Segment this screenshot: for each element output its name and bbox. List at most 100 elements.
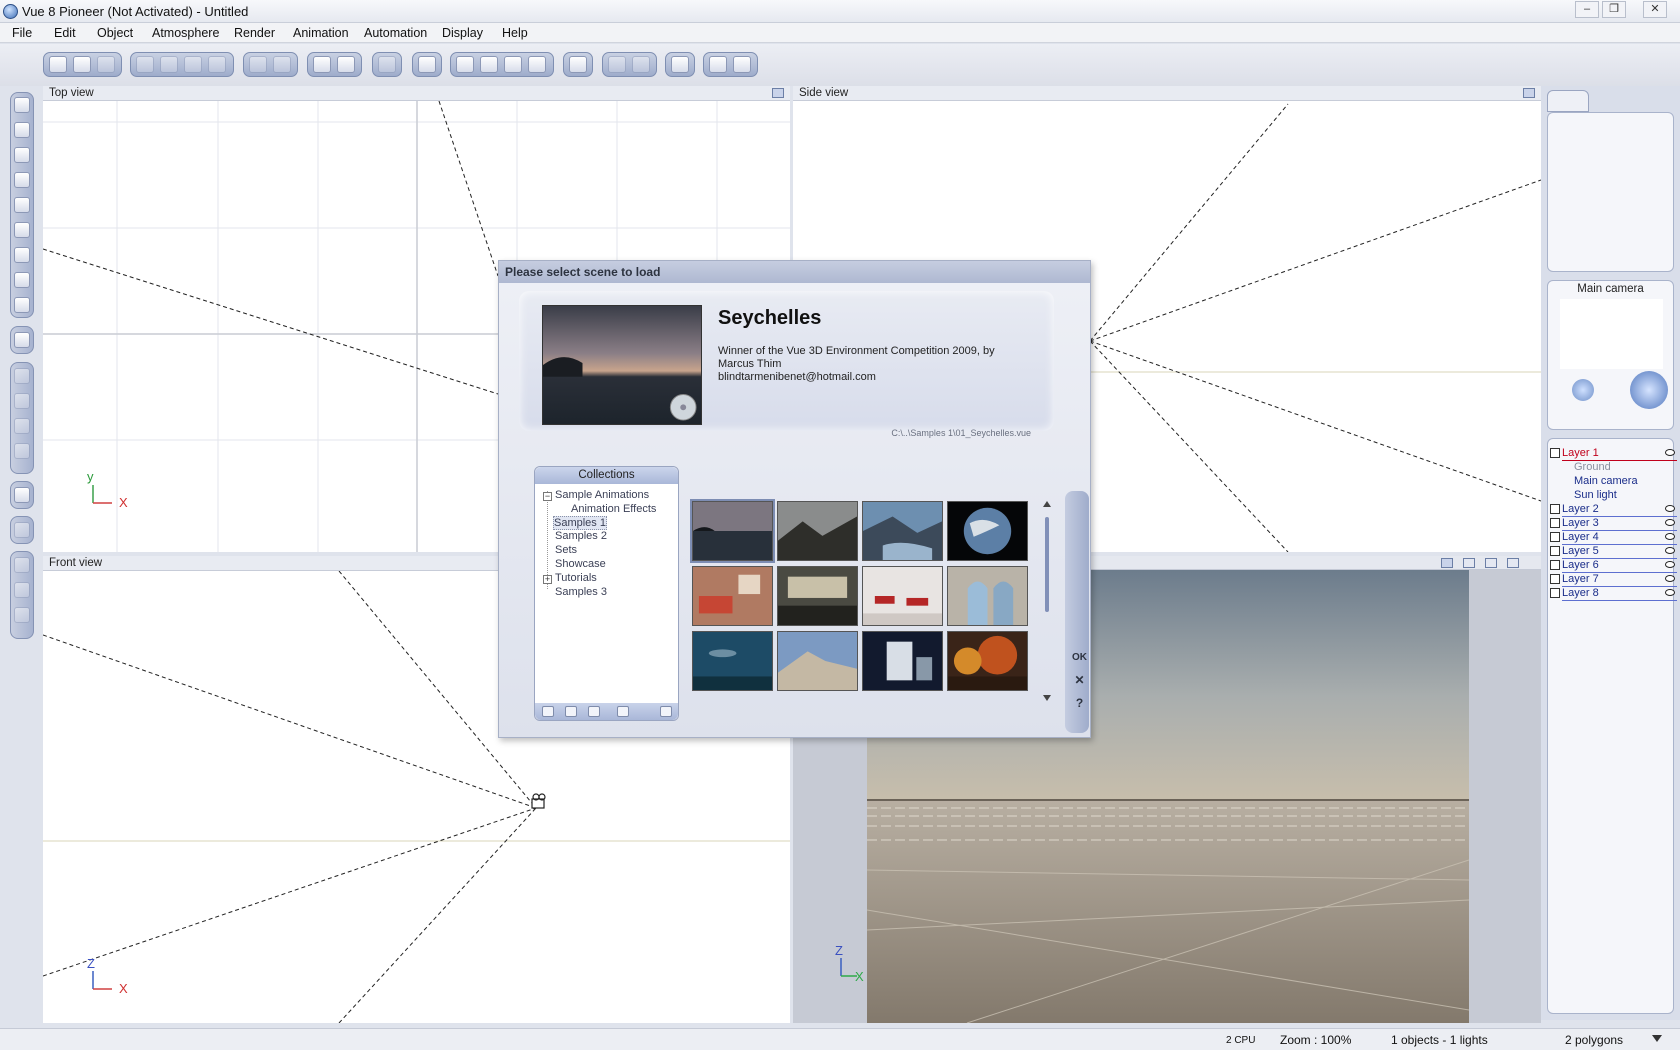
layer-row[interactable]: Layer 7 xyxy=(1550,573,1677,587)
scene-thumbnail[interactable] xyxy=(777,631,858,691)
collection-sets[interactable]: Sets xyxy=(555,544,577,556)
zoom-out-icon[interactable] xyxy=(528,56,546,73)
render-icon[interactable] xyxy=(733,56,751,73)
cancel-button[interactable]: ✕ xyxy=(1071,672,1088,689)
material-editor-icon[interactable] xyxy=(378,56,396,73)
undo-icon[interactable] xyxy=(249,56,267,73)
delete-collection-icon[interactable] xyxy=(565,706,577,717)
menu-file[interactable]: File xyxy=(12,26,32,40)
menu-animation[interactable]: Animation xyxy=(293,26,349,40)
camera-view-icon[interactable] xyxy=(418,56,436,73)
sphere-icon[interactable] xyxy=(14,122,30,138)
terrain-icon[interactable] xyxy=(14,172,30,188)
collection-animation-effects[interactable]: Animation Effects xyxy=(571,503,656,515)
visibility-eye-icon[interactable] xyxy=(1665,449,1675,456)
visibility-eye-icon[interactable] xyxy=(1665,505,1675,512)
light-bulb-icon[interactable] xyxy=(14,487,30,503)
paint-ecosystem-icon[interactable] xyxy=(14,607,30,623)
preview-light-icon[interactable] xyxy=(1507,558,1519,568)
close-button[interactable]: ✕ xyxy=(1643,1,1667,18)
layer-row[interactable]: Layer 3 xyxy=(1550,517,1677,531)
boolean-icon[interactable] xyxy=(14,393,30,409)
scene-thumbnail[interactable] xyxy=(947,566,1028,626)
visibility-eye-icon[interactable] xyxy=(1665,589,1675,596)
preview-options-icon[interactable] xyxy=(1485,558,1497,568)
scroll-down-icon[interactable] xyxy=(1043,695,1051,701)
grid-tool-icon[interactable] xyxy=(14,97,30,113)
new-collection-icon[interactable] xyxy=(542,706,554,717)
save-file-icon[interactable] xyxy=(97,56,115,73)
move-camera-icon[interactable] xyxy=(1630,371,1668,409)
paste-icon[interactable] xyxy=(184,56,202,73)
cloud-icon[interactable] xyxy=(14,272,30,288)
render-selection-icon[interactable] xyxy=(632,56,650,73)
cut-icon[interactable] xyxy=(136,56,154,73)
copy-icon[interactable] xyxy=(160,56,178,73)
expand-icon[interactable]: + xyxy=(543,575,552,584)
thumbnail-scrollbar[interactable] xyxy=(1042,501,1052,701)
atmosphere-editor-icon[interactable] xyxy=(313,56,331,73)
scene-thumbnail[interactable] xyxy=(947,631,1028,691)
collection-samples-3[interactable]: Samples 3 xyxy=(555,586,607,598)
layer-row[interactable]: Layer 1 xyxy=(1550,447,1677,461)
menu-display[interactable]: Display xyxy=(442,26,483,40)
scene-thumbnail[interactable] xyxy=(947,501,1028,561)
collection-showcase[interactable]: Showcase xyxy=(555,558,606,570)
single-viewport-icon[interactable] xyxy=(569,56,587,73)
menu-edit[interactable]: Edit xyxy=(54,26,76,40)
layer-row[interactable]: Layer 4 xyxy=(1550,531,1677,545)
tree-child-sun-light[interactable]: Sun light xyxy=(1574,489,1617,501)
options-icon[interactable] xyxy=(660,706,672,717)
visibility-eye-icon[interactable] xyxy=(1665,561,1675,568)
collection-samples-1[interactable]: Samples 1 xyxy=(553,516,607,530)
plant-icon[interactable] xyxy=(14,222,30,238)
menu-help[interactable]: Help xyxy=(502,26,528,40)
duplicate-icon[interactable] xyxy=(208,56,226,73)
open-folder-icon[interactable] xyxy=(588,706,600,717)
viewport-menu-icon[interactable] xyxy=(1441,558,1453,568)
object-library-icon[interactable] xyxy=(14,332,30,348)
visibility-eye-icon[interactable] xyxy=(1665,575,1675,582)
group-icon[interactable] xyxy=(14,368,30,384)
render-area-icon[interactable] xyxy=(608,56,626,73)
collapse-icon[interactable]: − xyxy=(543,492,552,501)
ecosystem-icon[interactable] xyxy=(14,557,30,573)
tree-child-ground[interactable]: Ground xyxy=(1574,461,1611,473)
tab-materials[interactable] xyxy=(1591,92,1629,112)
camera-icon[interactable] xyxy=(14,522,30,538)
preview-quality-icon[interactable] xyxy=(1463,558,1475,568)
load-atmosphere-icon[interactable] xyxy=(337,56,355,73)
new-file-icon[interactable] xyxy=(49,56,67,73)
menu-object[interactable]: Object xyxy=(97,26,133,40)
zoom-in-icon[interactable] xyxy=(504,56,522,73)
ok-button[interactable]: OK xyxy=(1071,649,1088,666)
metablob-icon[interactable] xyxy=(14,418,30,434)
layer-row[interactable]: Layer 6 xyxy=(1550,559,1677,573)
scene-thumbnail-seychelles[interactable] xyxy=(690,499,775,563)
tab-world-browser[interactable] xyxy=(1547,90,1589,112)
scene-thumbnail[interactable] xyxy=(862,501,943,561)
pan-control-icon[interactable] xyxy=(1572,379,1594,401)
scene-thumbnail[interactable] xyxy=(777,501,858,561)
camera-marker-icon[interactable] xyxy=(531,793,546,809)
lock-icon[interactable] xyxy=(617,706,629,717)
visibility-eye-icon[interactable] xyxy=(1665,547,1675,554)
animation-toolbar-icon[interactable] xyxy=(671,56,689,73)
water-icon[interactable] xyxy=(14,197,30,213)
open-file-icon[interactable] xyxy=(73,56,91,73)
chevron-down-icon[interactable] xyxy=(1652,1035,1662,1042)
layer-row[interactable]: Layer 2 xyxy=(1550,503,1677,517)
collection-sample-animations[interactable]: Sample Animations xyxy=(555,489,649,501)
render-options-icon[interactable] xyxy=(709,56,727,73)
menu-atmosphere[interactable]: Atmosphere xyxy=(152,26,219,40)
layer-row[interactable]: Layer 5 xyxy=(1550,545,1677,559)
scrollbar-thumb[interactable] xyxy=(1045,517,1049,612)
visibility-eye-icon[interactable] xyxy=(1665,519,1675,526)
viewport-menu-icon[interactable] xyxy=(1523,88,1535,98)
scatter-icon[interactable] xyxy=(14,582,30,598)
menu-automation[interactable]: Automation xyxy=(364,26,427,40)
visibility-eye-icon[interactable] xyxy=(1665,533,1675,540)
zoom-selection-icon[interactable] xyxy=(480,56,498,73)
help-button[interactable]: ? xyxy=(1071,695,1088,712)
scene-thumbnail[interactable] xyxy=(692,566,773,626)
